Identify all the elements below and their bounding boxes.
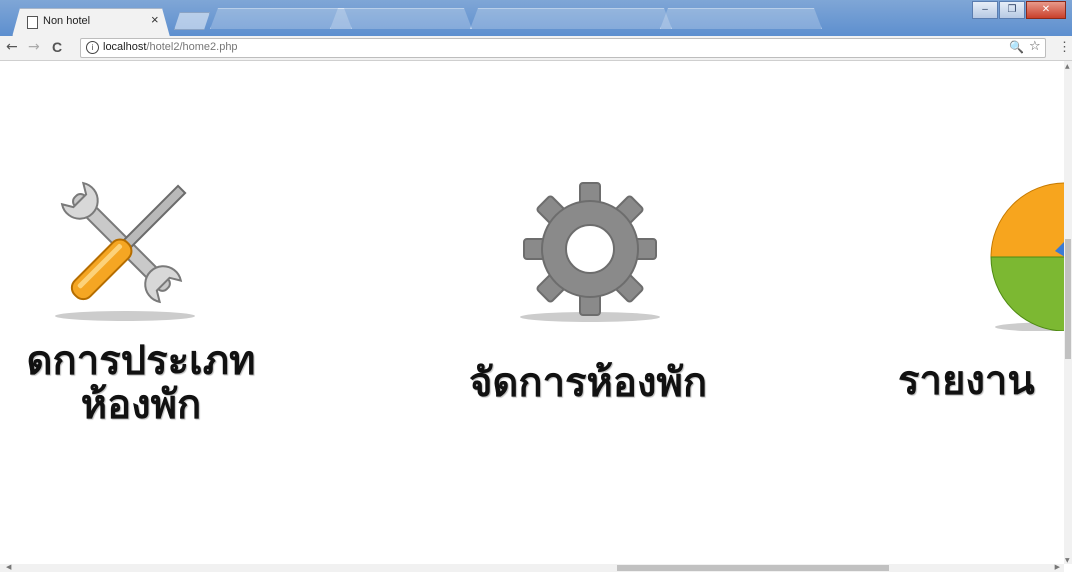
menu-label-room-type[interactable]: ดการประเภท ห้องพัก — [2, 339, 280, 427]
minimize-button[interactable]: – — [972, 1, 998, 19]
browser-toolbar: ← → C i localhost/hotel2/home2.php 🔍 ☆ ⋮ — [0, 36, 1072, 61]
menu-label-line: ห้องพัก — [80, 382, 202, 428]
active-tab[interactable]: Non hotel × — [12, 8, 170, 37]
gear-icon[interactable] — [505, 171, 675, 331]
scroll-left-arrow-icon[interactable]: ◀ — [6, 563, 11, 571]
page-icon — [27, 16, 38, 29]
url-path: /hotel2/home2.php — [146, 41, 238, 53]
scroll-up-arrow-icon[interactable]: ▲ — [1065, 63, 1070, 70]
browser-titlebar: Non hotel × – ❐ ✕ — [0, 0, 1072, 37]
back-button[interactable]: ← — [6, 39, 18, 55]
url-host: localhost — [103, 41, 147, 53]
vertical-scrollbar[interactable]: ▲ ▼ — [1064, 61, 1072, 564]
pie-chart-icon[interactable] — [985, 181, 1064, 332]
horizontal-scroll-thumb[interactable] — [617, 565, 889, 571]
scroll-down-arrow-icon[interactable]: ▼ — [1065, 557, 1070, 564]
horizontal-scrollbar[interactable]: ◀ ▶ — [0, 563, 1064, 572]
restore-button[interactable]: ❐ — [999, 1, 1025, 19]
url-text[interactable]: localhost/hotel2/home2.php — [103, 41, 238, 53]
menu-label-manage-rooms[interactable]: จัดการห้องพัก — [438, 361, 738, 405]
info-icon[interactable]: i — [86, 41, 99, 54]
background-tab[interactable] — [470, 8, 672, 29]
background-tab[interactable] — [330, 8, 472, 29]
zoom-icon[interactable]: 🔍 — [1009, 40, 1024, 54]
new-tab-button[interactable] — [174, 12, 210, 30]
window-controls: – ❐ ✕ — [971, 1, 1066, 19]
tab-close-icon[interactable]: × — [151, 12, 159, 27]
background-tab[interactable] — [660, 8, 822, 29]
close-window-button[interactable]: ✕ — [1026, 1, 1066, 19]
menu-label-line: จัดการห้องพัก — [468, 360, 708, 406]
menu-label-line: รายงาน — [898, 358, 1035, 404]
address-bar[interactable]: i localhost/hotel2/home2.php 🔍 ☆ — [80, 38, 1046, 58]
menu-label-line: ดการประเภท — [26, 338, 256, 384]
page-viewport: ดการประเภท ห้องพัก จัดการห้องพัก รายงาน — [0, 61, 1064, 564]
tab-title: Non hotel — [43, 15, 91, 27]
vertical-scroll-thumb[interactable] — [1065, 239, 1071, 359]
browser-menu-icon[interactable]: ⋮ — [1058, 39, 1071, 55]
menu-label-report[interactable]: รายงาน — [898, 359, 1064, 403]
forward-button[interactable]: → — [28, 39, 40, 55]
background-tab[interactable] — [210, 8, 352, 29]
reload-button[interactable]: C — [52, 39, 62, 55]
bookmark-star-icon[interactable]: ☆ — [1029, 39, 1041, 54]
tools-icon[interactable] — [40, 166, 210, 326]
scroll-right-arrow-icon[interactable]: ▶ — [1055, 563, 1060, 571]
